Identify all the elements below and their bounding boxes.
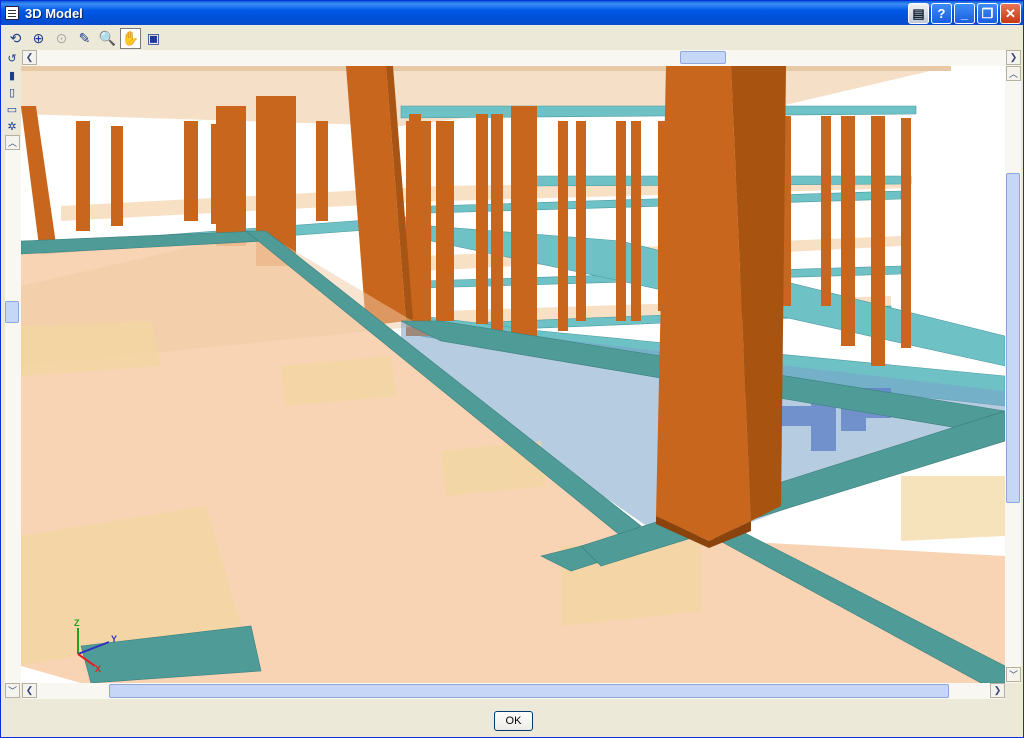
structural-model-render: Z Y X: [21, 66, 1005, 683]
right-scroll-thumb[interactable]: [1006, 173, 1020, 503]
axis-x-label: X: [95, 664, 101, 674]
caption-buttons: ▤ ? _ ❐ ✕: [908, 3, 1021, 24]
rotate-icon: ⟲: [9, 29, 22, 46]
zoom-tool[interactable]: 🔍: [97, 28, 118, 49]
top-scroll-right-button[interactable]: ❯: [1006, 50, 1021, 65]
gear-icon: ✲: [7, 120, 17, 133]
undo-icon: ↺: [7, 52, 17, 65]
display-icon: ▭: [6, 103, 18, 116]
top-scroll-thumb[interactable]: [680, 51, 726, 64]
hand-icon: ✋: [121, 29, 140, 46]
view-options-tool[interactable]: ▣: [143, 28, 164, 49]
left-scroll-up-button[interactable]: ︿: [5, 135, 20, 150]
chevron-left-icon: ❮: [25, 52, 34, 62]
color-bars-icon: ▮: [8, 69, 16, 82]
title-bar[interactable]: 3D Model ▤ ? _ ❐ ✕: [1, 1, 1023, 25]
pan-tool[interactable]: ✋: [120, 27, 141, 49]
right-scroll-up-button[interactable]: ︿: [1006, 66, 1021, 81]
bottom-scroll-thumb[interactable]: [109, 684, 949, 698]
window-menu-icon[interactable]: [5, 6, 19, 20]
left-scroll-down-button[interactable]: ﹀: [5, 683, 20, 698]
zoom-extents-icon: ⊕: [32, 29, 45, 46]
color-tool[interactable]: ▮: [4, 67, 20, 83]
3d-model-viewport[interactable]: Z Y X: [21, 66, 1005, 683]
top-scroll-left-button[interactable]: ❮: [22, 50, 37, 65]
section-icon: ▯: [8, 86, 16, 99]
minimize-button[interactable]: _: [954, 3, 975, 24]
axis-y-label: Y: [111, 634, 117, 644]
window-title: 3D Model: [25, 5, 83, 21]
chevron-left-icon: ❮: [25, 685, 34, 695]
left-vertical-scrollbar[interactable]: [5, 135, 21, 695]
restore-button[interactable]: ❐: [977, 3, 998, 24]
close-button[interactable]: ✕: [1000, 3, 1021, 24]
magnifier-icon: 🔍: [98, 29, 117, 46]
rotate-tool[interactable]: ⟲: [5, 28, 26, 49]
settings-tool[interactable]: ✲: [4, 118, 20, 134]
bottom-scroll-right-button[interactable]: ❯: [990, 683, 1005, 698]
chevron-down-icon: ﹀: [7, 686, 17, 696]
section-tool[interactable]: ▯: [4, 84, 20, 100]
chevron-right-icon: ❯: [1009, 52, 1018, 62]
bottom-scroll-left-button[interactable]: ❮: [22, 683, 37, 698]
chevron-right-icon: ❯: [993, 685, 1002, 695]
zoom-window-icon: ⊙: [55, 29, 68, 46]
chevron-down-icon: ﹀: [1008, 670, 1018, 680]
chevron-up-icon: ︿: [1008, 69, 1018, 79]
left-scroll-thumb[interactable]: [5, 301, 19, 323]
axis-z-label: Z: [74, 618, 80, 628]
book-help-button[interactable]: ▤: [908, 3, 929, 24]
ok-button[interactable]: OK: [494, 711, 533, 731]
model-window: 3D Model ▤ ? _ ❐ ✕ ⟲ ⊕ ⊙ ✎ 🔍 ✋ ▣ ↺ ▮ ▯ ▭…: [0, 0, 1024, 738]
undo-view-tool[interactable]: ↺: [4, 50, 20, 66]
help-button[interactable]: ?: [931, 3, 952, 24]
zoom-extents-tool[interactable]: ⊕: [28, 28, 49, 49]
view-options-icon: ▣: [146, 29, 161, 46]
display-tool[interactable]: ▭: [4, 101, 20, 117]
book-icon: ▤: [912, 6, 925, 21]
pen-tool[interactable]: ✎: [74, 28, 95, 49]
pen-icon: ✎: [78, 29, 91, 46]
top-horizontal-scrollbar[interactable]: [22, 50, 1021, 66]
zoom-window-tool[interactable]: ⊙: [51, 28, 72, 49]
view-toolbar: ⟲ ⊕ ⊙ ✎ 🔍 ✋ ▣: [1, 26, 1023, 50]
right-scroll-down-button[interactable]: ﹀: [1006, 667, 1021, 682]
side-toolbar: ↺ ▮ ▯ ▭ ✲: [4, 50, 20, 134]
chevron-up-icon: ︿: [7, 138, 17, 148]
